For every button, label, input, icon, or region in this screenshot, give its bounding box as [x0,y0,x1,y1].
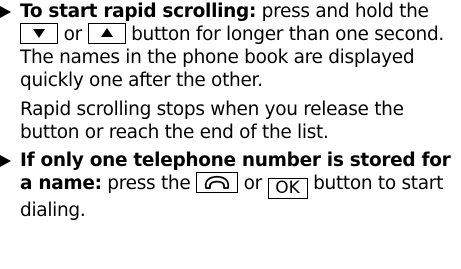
conjunction-text: or [58,24,88,45]
manual-page: To start rapid scrolling: press and hold… [0,0,461,269]
bullet-triangle-icon [0,155,11,167]
instruction-text: press the [101,173,197,194]
instruction-rapid-scrolling: To start rapid scrolling: press and hold… [0,0,461,46]
down-arrow-key-icon [20,23,58,44]
instruction-text: press and hold the [256,1,429,22]
conjunction-text: or [238,173,268,194]
up-arrow-key-icon [87,23,126,44]
ok-key: OK [267,178,308,199]
bullet-triangle-icon [0,6,11,18]
result-paragraph: The names in the phone book are displaye… [20,47,415,91]
phone-handset-key-icon [196,172,239,193]
instruction-start-dialing: If only one telephone number is stored f… [0,149,461,222]
note-paragraph: Rapid scrolling stops when you release t… [20,99,404,143]
instruction-heading: To start rapid scrolling: [20,1,257,22]
instruction-text: button for longer than one second. [125,24,444,45]
